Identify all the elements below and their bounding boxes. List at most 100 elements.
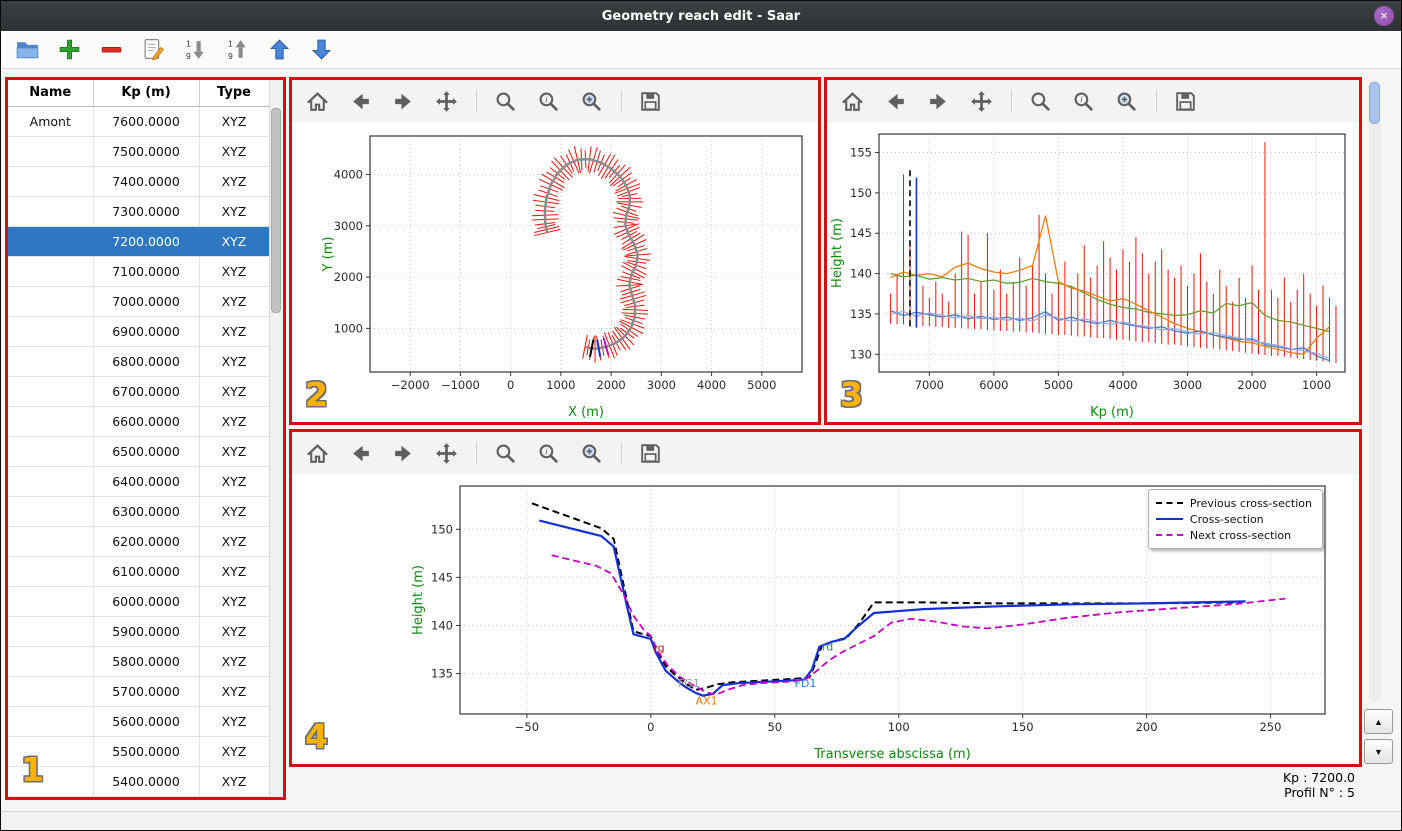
table-cell[interactable]: 7200.0000 bbox=[93, 226, 200, 257]
table-cell[interactable]: 6900.0000 bbox=[93, 316, 200, 347]
table-row[interactable]: 5600.0000 XYZ bbox=[8, 706, 270, 737]
table-cell[interactable] bbox=[8, 706, 94, 737]
table-cell[interactable]: 6200.0000 bbox=[93, 526, 200, 557]
column-header[interactable]: Kp (m) bbox=[93, 80, 200, 107]
home-button[interactable] bbox=[304, 87, 332, 115]
table-row[interactable]: Amont 7600.0000 XYZ bbox=[8, 106, 270, 137]
vertical-scrollbar-thumb[interactable] bbox=[1369, 82, 1380, 124]
move-down-button[interactable] bbox=[307, 35, 337, 65]
table-row[interactable]: 6400.0000 XYZ bbox=[8, 466, 270, 497]
zoom-select-button[interactable] bbox=[1113, 87, 1141, 115]
pan-button[interactable] bbox=[968, 87, 996, 115]
table-cell[interactable] bbox=[8, 286, 94, 317]
table-cell[interactable]: XYZ bbox=[199, 766, 270, 797]
table-cell[interactable]: XYZ bbox=[199, 196, 270, 227]
table-cell[interactable] bbox=[8, 166, 94, 197]
table-row[interactable]: 7400.0000 XYZ bbox=[8, 166, 270, 197]
table-cell[interactable]: XYZ bbox=[199, 436, 270, 467]
zoom-button[interactable] bbox=[492, 87, 520, 115]
table-row[interactable]: 6100.0000 XYZ bbox=[8, 556, 270, 587]
forward-button[interactable] bbox=[925, 87, 953, 115]
table-cell[interactable]: 7300.0000 bbox=[93, 196, 200, 227]
table-cell[interactable]: 6300.0000 bbox=[93, 496, 200, 527]
table-row[interactable]: 5900.0000 XYZ bbox=[8, 616, 270, 647]
table-cell[interactable] bbox=[8, 316, 94, 347]
zoom-info-button[interactable]: i bbox=[535, 439, 563, 467]
table-cell[interactable]: XYZ bbox=[199, 136, 270, 167]
table-cell[interactable] bbox=[8, 196, 94, 227]
edit-button[interactable] bbox=[139, 35, 169, 65]
back-button[interactable] bbox=[347, 87, 375, 115]
table-cell[interactable]: 6000.0000 bbox=[93, 586, 200, 617]
table-cell[interactable]: XYZ bbox=[199, 466, 270, 497]
table-cell[interactable]: XYZ bbox=[199, 346, 270, 377]
save-button[interactable] bbox=[637, 439, 665, 467]
table-cell[interactable]: XYZ bbox=[199, 616, 270, 647]
table-cell[interactable]: 7100.0000 bbox=[93, 256, 200, 287]
close-button[interactable]: × bbox=[1374, 6, 1394, 26]
pan-button[interactable] bbox=[433, 439, 461, 467]
table-cell[interactable]: 6500.0000 bbox=[93, 436, 200, 467]
forward-button[interactable] bbox=[390, 439, 418, 467]
table-row[interactable]: 6900.0000 XYZ bbox=[8, 316, 270, 347]
back-button[interactable] bbox=[882, 87, 910, 115]
table-row[interactable]: 5700.0000 XYZ bbox=[8, 676, 270, 707]
table-cell[interactable]: XYZ bbox=[199, 256, 270, 287]
table-cell[interactable]: XYZ bbox=[199, 676, 270, 707]
sort-ascending-button[interactable]: 1 9 bbox=[223, 35, 253, 65]
table-cell[interactable]: XYZ bbox=[199, 496, 270, 527]
table-row[interactable]: 6200.0000 XYZ bbox=[8, 526, 270, 557]
table-scrollbar-thumb[interactable] bbox=[271, 108, 281, 313]
table-cell[interactable]: 5500.0000 bbox=[93, 736, 200, 767]
remove-cross-section-button[interactable] bbox=[97, 35, 127, 65]
move-up-button[interactable] bbox=[265, 35, 295, 65]
table-cell[interactable]: XYZ bbox=[199, 376, 270, 407]
home-button[interactable] bbox=[839, 87, 867, 115]
table-cell[interactable]: XYZ bbox=[199, 706, 270, 737]
zoom-select-button[interactable] bbox=[578, 439, 606, 467]
save-button[interactable] bbox=[637, 87, 665, 115]
table-cell[interactable] bbox=[8, 526, 94, 557]
table-cell[interactable]: 5700.0000 bbox=[93, 676, 200, 707]
table-cell[interactable]: 6700.0000 bbox=[93, 376, 200, 407]
table-cell[interactable]: 6600.0000 bbox=[93, 406, 200, 437]
zoom-select-button[interactable] bbox=[578, 87, 606, 115]
table-cell[interactable] bbox=[8, 346, 94, 377]
open-button[interactable] bbox=[13, 35, 43, 65]
table-row[interactable]: 7000.0000 XYZ bbox=[8, 286, 270, 317]
back-button[interactable] bbox=[347, 439, 375, 467]
table-row[interactable]: 6800.0000 XYZ bbox=[8, 346, 270, 377]
table-cell[interactable]: 7000.0000 bbox=[93, 286, 200, 317]
table-cell[interactable]: XYZ bbox=[199, 526, 270, 557]
pan-button[interactable] bbox=[433, 87, 461, 115]
table-cell[interactable]: XYZ bbox=[199, 736, 270, 767]
table-cell[interactable] bbox=[8, 466, 94, 497]
table-row[interactable]: 5500.0000 XYZ bbox=[8, 736, 270, 767]
table-row[interactable]: 6300.0000 XYZ bbox=[8, 496, 270, 527]
zoom-info-button[interactable]: i bbox=[1070, 87, 1098, 115]
table-cell[interactable]: 6400.0000 bbox=[93, 466, 200, 497]
table-cell[interactable]: XYZ bbox=[199, 556, 270, 587]
table-cell[interactable]: XYZ bbox=[199, 316, 270, 347]
table-cell[interactable] bbox=[8, 376, 94, 407]
table-cell[interactable] bbox=[8, 556, 94, 587]
table-row[interactable]: 7300.0000 XYZ bbox=[8, 196, 270, 227]
table-row[interactable]: 6000.0000 XYZ bbox=[8, 586, 270, 617]
table-cell[interactable] bbox=[8, 436, 94, 467]
longitudinal-profile-plot[interactable]: 130 135 140 145 150 155 7000 6000 5000 4000 3000 20… bbox=[827, 122, 1359, 422]
column-header[interactable]: Type bbox=[199, 80, 270, 107]
table-cell[interactable] bbox=[8, 616, 94, 647]
table-cell[interactable]: 5900.0000 bbox=[93, 616, 200, 647]
table-row[interactable]: 5400.0000 XYZ bbox=[8, 766, 270, 797]
table-cell[interactable]: 5600.0000 bbox=[93, 706, 200, 737]
table-cell[interactable] bbox=[8, 226, 94, 257]
table-cell[interactable] bbox=[8, 256, 94, 287]
zoom-info-button[interactable]: i bbox=[535, 87, 563, 115]
save-button[interactable] bbox=[1172, 87, 1200, 115]
table-cell[interactable]: 6100.0000 bbox=[93, 556, 200, 587]
add-cross-section-button[interactable] bbox=[55, 35, 85, 65]
cross-section-table[interactable]: Name Kp (m) Type Amont 7600.0000 XYZ 7500.000… bbox=[8, 80, 270, 797]
plan-view-plot[interactable]: 1000 2000 3000 4000 −2000 −1000 0 1000 2000 3000 4… bbox=[292, 122, 818, 422]
table-cell[interactable] bbox=[8, 676, 94, 707]
table-cell[interactable] bbox=[8, 586, 94, 617]
